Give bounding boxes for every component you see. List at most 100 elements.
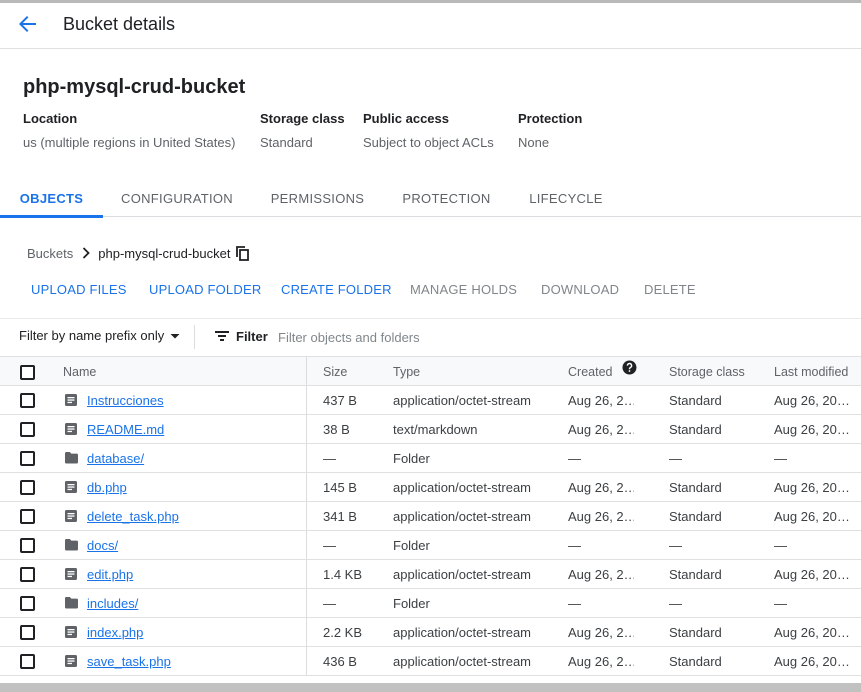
cell-last-modified: Aug 26, 20…: [774, 422, 850, 437]
column-header-storage-class[interactable]: Storage class: [669, 357, 745, 387]
table-row[interactable]: Instrucciones 437 B application/octet-stre…: [0, 386, 861, 415]
row-checkbox[interactable]: [20, 393, 35, 408]
cell-type: application/octet-stream: [393, 625, 532, 640]
cell-last-modified: Aug 26, 20…: [774, 625, 850, 640]
object-name-link[interactable]: Instrucciones: [87, 386, 164, 415]
arrow-back-icon[interactable]: [12, 9, 42, 39]
cell-storage-class: —: [669, 538, 682, 553]
row-checkbox[interactable]: [20, 480, 35, 495]
column-header-created[interactable]: Created: [568, 357, 637, 387]
meta-label: Public access: [363, 111, 449, 126]
meta-storage-class: Storage class Standard: [260, 111, 345, 151]
cell-storage-class: —: [669, 596, 682, 611]
object-name-link[interactable]: includes/: [87, 589, 138, 618]
download-button[interactable]: DOWNLOAD: [541, 280, 619, 300]
table-row[interactable]: README.md 38 B text/markdown Aug 26, 2… Stan…: [0, 415, 861, 444]
object-name-link[interactable]: edit.php: [87, 560, 133, 589]
row-checkbox[interactable]: [20, 451, 35, 466]
table-row[interactable]: docs/ — Folder — — —: [0, 531, 861, 560]
file-icon: [64, 480, 78, 494]
cell-storage-class: —: [669, 451, 682, 466]
object-name-link[interactable]: db.php: [87, 473, 127, 502]
cell-size: —: [323, 538, 336, 553]
meta-label: Storage class: [260, 111, 345, 126]
cell-created: Aug 26, 2…: [568, 393, 634, 408]
create-folder-button[interactable]: CREATE FOLDER: [281, 280, 392, 300]
cell-size: 1.4 KB: [323, 567, 363, 582]
row-checkbox[interactable]: [20, 538, 35, 553]
row-checkbox[interactable]: [20, 509, 35, 524]
cell-size: 2.2 KB: [323, 625, 363, 640]
row-checkbox[interactable]: [20, 625, 35, 640]
table-body: Instrucciones 437 B application/octet-stre…: [0, 386, 861, 676]
table-row[interactable]: save_task.php 436 B application/octet-stre…: [0, 647, 861, 676]
meta-protection: Protection None: [518, 111, 582, 151]
column-divider: [306, 386, 307, 414]
object-name-link[interactable]: save_task.php: [87, 647, 171, 676]
help-icon[interactable]: [622, 357, 637, 386]
column-header-type[interactable]: Type: [393, 357, 420, 387]
horizontal-scrollbar[interactable]: [0, 683, 861, 692]
table-row[interactable]: db.php 145 B application/octet-stream Aug 2…: [0, 473, 861, 502]
cell-created: Aug 26, 2…: [568, 654, 634, 669]
bucket-name: php-mysql-crud-bucket: [23, 76, 246, 98]
filter-prefix-label: Filter by name prefix only: [19, 328, 165, 343]
cell-last-modified: Aug 26, 20…: [774, 480, 850, 495]
meta-value: us (multiple regions in United States): [23, 135, 236, 150]
delete-button[interactable]: DELETE: [644, 280, 696, 300]
cell-storage-class: Standard: [669, 509, 722, 524]
tab-lifecycle[interactable]: LIFECYCLE: [524, 180, 608, 217]
cell-size: 145 B: [323, 480, 357, 495]
table-row[interactable]: database/ — Folder — — —: [0, 444, 861, 473]
breadcrumb-buckets-link[interactable]: Buckets: [27, 246, 73, 261]
file-icon: [64, 393, 78, 407]
table-row[interactable]: index.php 2.2 KB application/octet-stream A…: [0, 618, 861, 647]
divider: [194, 325, 195, 349]
table-row[interactable]: edit.php 1.4 KB application/octet-stream Au…: [0, 560, 861, 589]
cell-size: 437 B: [323, 393, 357, 408]
tab-permissions[interactable]: PERMISSIONS: [266, 180, 369, 217]
cell-last-modified: Aug 26, 20…: [774, 393, 850, 408]
tab-protection[interactable]: PROTECTION: [398, 180, 495, 217]
tab-objects[interactable]: OBJECTS: [0, 180, 103, 218]
object-name-link[interactable]: docs/: [87, 531, 118, 560]
object-name-link[interactable]: database/: [87, 444, 144, 473]
tab-configuration[interactable]: CONFIGURATION: [117, 180, 237, 217]
copy-icon[interactable]: [236, 245, 250, 261]
cell-created: Aug 26, 2…: [568, 480, 634, 495]
cell-type: application/octet-stream: [393, 509, 532, 524]
cell-storage-class: Standard: [669, 480, 722, 495]
cell-created: —: [568, 451, 581, 466]
column-divider: [306, 531, 307, 559]
cell-type: application/octet-stream: [393, 393, 532, 408]
column-header-last-modified[interactable]: Last modified: [774, 357, 848, 387]
page-header: Bucket details: [0, 3, 861, 49]
column-divider: [306, 647, 307, 675]
upload-folder-button[interactable]: UPLOAD FOLDER: [149, 280, 261, 300]
filter-input[interactable]: [278, 327, 578, 347]
breadcrumb: Buckets php-mysql-crud-bucket: [27, 243, 250, 263]
meta-value: Subject to object ACLs: [363, 135, 494, 150]
upload-files-button[interactable]: UPLOAD FILES: [31, 280, 127, 300]
object-name-link[interactable]: README.md: [87, 415, 164, 444]
row-checkbox[interactable]: [20, 422, 35, 437]
object-name-link[interactable]: index.php: [87, 618, 143, 647]
manage-holds-button[interactable]: MANAGE HOLDS: [410, 280, 517, 300]
row-checkbox[interactable]: [20, 567, 35, 582]
caret-down-icon: [168, 329, 182, 343]
table-row[interactable]: delete_task.php 341 B application/octet-st…: [0, 502, 861, 531]
column-header-size[interactable]: Size: [323, 357, 347, 387]
column-divider: [306, 589, 307, 617]
select-all-checkbox[interactable]: [20, 365, 35, 380]
table-row[interactable]: includes/ — Folder — — —: [0, 589, 861, 618]
cell-size: —: [323, 451, 336, 466]
cell-size: —: [323, 596, 336, 611]
row-checkbox[interactable]: [20, 654, 35, 669]
column-header-name[interactable]: Name: [63, 357, 96, 387]
filter-prefix-dropdown[interactable]: Filter by name prefix only: [19, 328, 182, 343]
cell-size: 341 B: [323, 509, 357, 524]
cell-type: Folder: [393, 596, 430, 611]
meta-label: Location: [23, 111, 78, 126]
object-name-link[interactable]: delete_task.php: [87, 502, 179, 531]
row-checkbox[interactable]: [20, 596, 35, 611]
